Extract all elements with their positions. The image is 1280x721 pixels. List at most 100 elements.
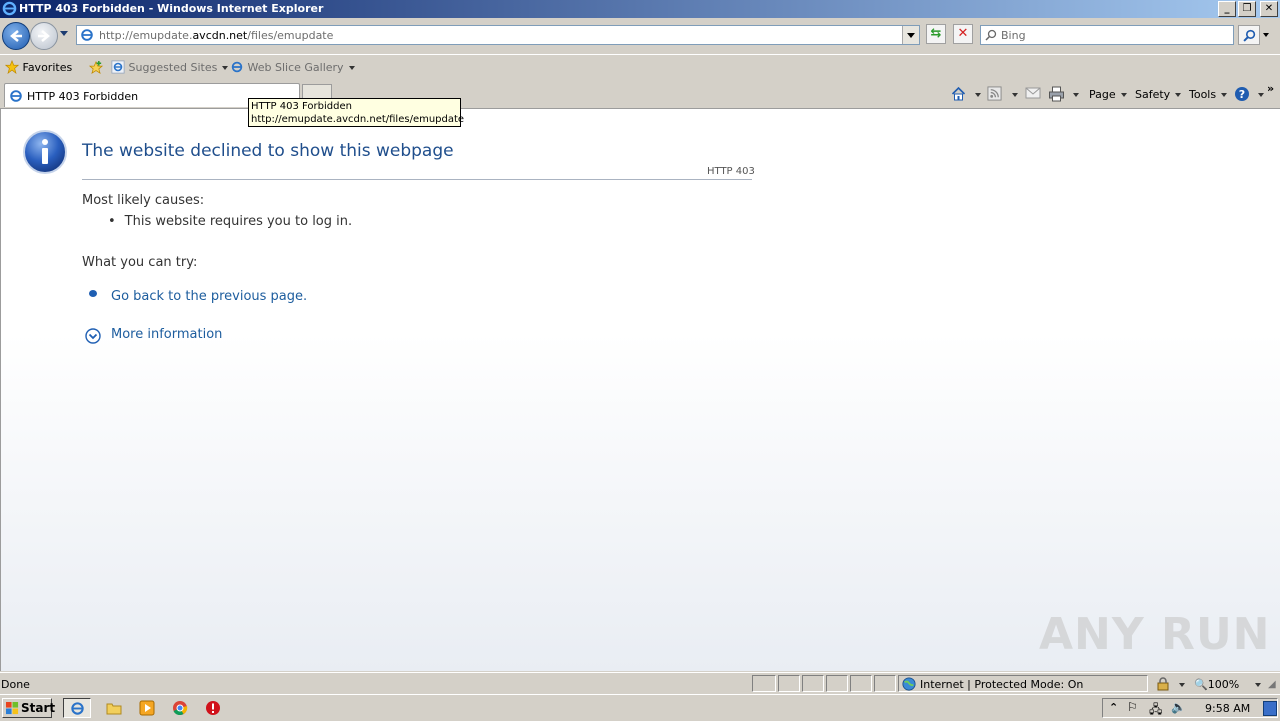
taskbar-media-player-button[interactable] — [133, 698, 161, 718]
help-icon[interactable]: ? — [1234, 86, 1250, 102]
search-options-dropdown[interactable] — [1263, 33, 1269, 37]
go-back-link[interactable]: Go back to the previous page. — [111, 289, 307, 304]
home-dropdown[interactable] — [975, 93, 981, 97]
restore-button[interactable]: ❐ — [1238, 1, 1256, 17]
chrome-icon — [173, 701, 188, 716]
stop-icon: ✕ — [957, 26, 969, 41]
security-zone[interactable]: Internet | Protected Mode: On — [898, 675, 1148, 692]
status-segment — [874, 675, 896, 692]
show-hidden-icons-icon[interactable]: ⌃ — [1109, 701, 1118, 714]
search-icon — [1243, 29, 1256, 42]
suggested-sites-link[interactable]: Suggested Sites — [111, 60, 229, 74]
window-title: HTTP 403 Forbidden - Windows Internet Ex… — [19, 2, 324, 15]
ie-page-icon — [111, 60, 125, 74]
stop-sign-icon — [206, 701, 220, 715]
close-window-button[interactable]: ✕ — [1260, 1, 1278, 17]
network-icon[interactable]: 🖧 — [1149, 700, 1162, 721]
folder-icon — [106, 703, 122, 715]
status-segment — [802, 675, 824, 692]
taskbar-ie-button[interactable] — [63, 698, 91, 718]
ie-page-icon — [231, 61, 243, 73]
print-dropdown[interactable] — [1073, 93, 1079, 97]
svg-text:?: ? — [1239, 88, 1245, 101]
address-url: http://emupdate.avcdn.net/files/emupdate — [99, 29, 334, 42]
status-bar: Done Internet | Protected Mode: On 🔍100%… — [0, 672, 1280, 695]
refresh-icon: ⇆ — [930, 26, 942, 41]
status-segment — [778, 675, 800, 692]
feeds-dropdown[interactable] — [1012, 93, 1018, 97]
causes-heading: Most likely causes: — [82, 193, 205, 208]
divider — [82, 179, 752, 180]
taskbar-chrome-button[interactable] — [166, 698, 194, 718]
status-segment — [826, 675, 848, 692]
mail-icon[interactable] — [1025, 86, 1041, 100]
protected-mode-lock-icon[interactable] — [1155, 677, 1171, 691]
volume-icon[interactable]: 🔈 — [1171, 700, 1186, 714]
tab-bar: HTTP 403 Forbidden Page Safety Tools ? » — [0, 80, 1280, 109]
page-heading: The website declined to show this webpag… — [82, 141, 454, 161]
zoom-dropdown[interactable] — [1255, 683, 1261, 687]
taskbar-explorer-button[interactable] — [100, 698, 128, 718]
system-tray: ⌃ ⚐ 🖧 🔈 9:58 AM — [1102, 698, 1278, 718]
expand-chevron-icon[interactable] — [85, 328, 101, 344]
ie-page-icon — [10, 90, 22, 102]
back-button[interactable] — [2, 22, 30, 50]
bing-search-icon — [985, 29, 997, 41]
tab-label: HTTP 403 Forbidden — [27, 90, 139, 103]
refresh-button[interactable]: ⇆ — [926, 24, 946, 44]
print-icon[interactable] — [1048, 86, 1065, 102]
tab-tooltip: HTTP 403 Forbidden http://emupdate.avcdn… — [248, 98, 465, 127]
page-menu[interactable]: Page — [1089, 88, 1127, 101]
recent-pages-dropdown[interactable] — [60, 31, 68, 36]
cause-item: This website requires you to log in. — [108, 214, 352, 229]
taskbar: Start ⌃ ⚐ 🖧 🔈 9:58 AM — [0, 694, 1280, 721]
more-information-link[interactable]: More information — [111, 327, 222, 342]
safety-menu[interactable]: Safety — [1135, 88, 1182, 101]
zoom-icon: 🔍 — [1194, 678, 1208, 691]
globe-icon — [902, 677, 916, 691]
error-code: HTTP 403 — [707, 166, 755, 177]
taskbar-antivirus-button[interactable] — [199, 698, 227, 718]
tooltip-url: http://emupdate.avcdn.net/files/emupdate — [251, 114, 465, 125]
favorites-button[interactable]: Favorites — [4, 59, 72, 75]
chevron-right-icon[interactable]: » — [1267, 82, 1274, 95]
protected-dropdown[interactable] — [1179, 683, 1185, 687]
search-placeholder: Bing — [1001, 29, 1026, 42]
anyrun-watermark: ANY RUN — [1039, 609, 1271, 660]
bullet-icon — [89, 290, 97, 297]
ie-logo-icon — [2, 1, 17, 16]
try-heading: What you can try: — [82, 255, 198, 270]
back-arrow-icon — [10, 30, 22, 42]
status-segment — [850, 675, 872, 692]
address-bar[interactable]: http://emupdate.avcdn.net/files/emupdate — [76, 25, 920, 45]
title-bar: HTTP 403 Forbidden - Windows Internet Ex… — [0, 0, 1280, 18]
address-dropdown-button[interactable] — [902, 26, 919, 44]
action-center-flag-icon[interactable]: ⚐ — [1127, 700, 1138, 714]
page-content: The website declined to show this webpag… — [0, 109, 1280, 671]
feeds-icon[interactable] — [987, 86, 1002, 101]
web-slice-gallery-link[interactable]: Web Slice Gallery — [230, 60, 355, 74]
status-text: Done — [1, 678, 30, 691]
start-button[interactable]: Start — [2, 698, 55, 718]
add-favorite-icon — [88, 60, 104, 74]
status-segment — [752, 675, 776, 692]
home-icon[interactable] — [950, 86, 967, 102]
show-desktop-button[interactable] — [1263, 701, 1277, 716]
tooltip-title: HTTP 403 Forbidden — [251, 101, 352, 112]
clock[interactable]: 9:58 AM — [1205, 702, 1250, 715]
search-button[interactable] — [1238, 25, 1260, 45]
forward-arrow-icon — [38, 30, 50, 42]
zoom-level[interactable]: 🔍100% — [1194, 678, 1239, 691]
minimize-button[interactable]: _ — [1218, 1, 1236, 17]
resize-grip-icon[interactable]: ◢ — [1268, 679, 1276, 690]
ie-logo-icon — [71, 702, 84, 715]
help-dropdown[interactable] — [1258, 93, 1264, 97]
tools-menu[interactable]: Tools — [1189, 88, 1228, 101]
search-input[interactable]: Bing — [980, 25, 1234, 45]
windows-logo-icon — [6, 702, 19, 715]
stop-button[interactable]: ✕ — [953, 24, 973, 44]
favorites-bar: Favorites Suggested Sites Web Slice Gall… — [0, 54, 1280, 80]
forward-button[interactable] — [30, 22, 58, 50]
add-to-favorites-bar-button[interactable] — [88, 60, 104, 78]
ie-page-icon — [81, 29, 93, 41]
